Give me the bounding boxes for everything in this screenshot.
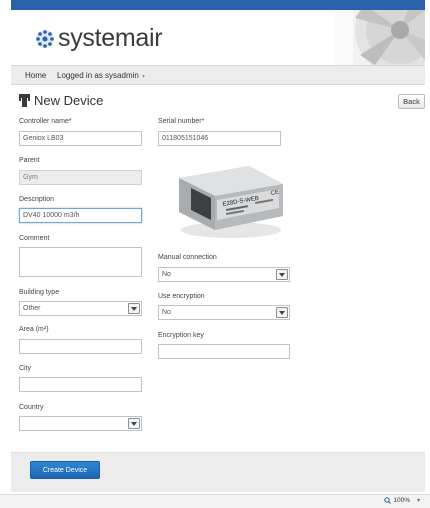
logo-text: systemair <box>58 24 163 52</box>
use-encryption-select[interactable]: No <box>158 305 290 320</box>
use-encryption-label: Use encryption <box>158 293 205 300</box>
header: systemair <box>11 10 425 65</box>
nav-home-link[interactable]: Home <box>25 71 46 80</box>
manual-connection-value: No <box>162 271 171 278</box>
parent-label: Parent <box>19 157 40 164</box>
comment-label: Comment <box>19 235 50 242</box>
chevron-down-icon: ▾ <box>416 498 420 504</box>
page-title-row: New Device <box>19 93 103 108</box>
chevron-down-icon <box>128 303 140 314</box>
manual-connection-label: Manual connection <box>158 254 217 261</box>
area-input[interactable] <box>19 339 142 354</box>
building-type-value: Other <box>23 305 41 312</box>
serial-number-input[interactable]: 011805151046 <box>158 131 281 146</box>
navigation-bar: Home Logged in as sysadmin ▾ <box>11 65 425 85</box>
controller-device-image: E28D-S-WEB CE <box>179 166 283 238</box>
description-input[interactable]: DV40 10000 m3/h <box>19 208 142 223</box>
area-label: Area (m²) <box>19 326 49 333</box>
controller-name-input[interactable]: Geniox LB03 <box>19 131 142 146</box>
zoom-level: 100% <box>393 497 410 504</box>
nav-user-label: Logged in as sysadmin <box>57 71 139 80</box>
device-icon <box>19 94 30 107</box>
zoom-control[interactable]: 100% ▾ <box>384 497 420 504</box>
systemair-logo-icon <box>36 29 54 48</box>
systemair-logo[interactable]: systemair <box>35 24 163 53</box>
page-title: New Device <box>34 93 104 108</box>
fan-artwork <box>335 10 425 65</box>
comment-textarea[interactable] <box>19 247 142 277</box>
nav-user-menu[interactable]: Logged in as sysadmin ▾ <box>57 71 145 80</box>
chevron-down-icon <box>276 307 288 318</box>
create-device-button[interactable]: Create Device <box>30 461 100 479</box>
serial-number-label: Serial number* <box>158 118 205 125</box>
chevron-down-icon: ▾ <box>141 74 145 80</box>
description-label: Description <box>19 196 55 203</box>
use-encryption-value: No <box>162 309 171 316</box>
encryption-key-label: Encryption key <box>158 332 204 339</box>
city-input[interactable] <box>19 377 142 392</box>
chevron-down-icon <box>128 418 140 429</box>
chevron-down-icon <box>276 269 288 280</box>
back-button[interactable]: Back <box>398 94 425 109</box>
country-select[interactable] <box>19 416 142 431</box>
zoom-icon <box>384 497 392 504</box>
top-accent-bar <box>11 0 425 10</box>
manual-connection-select[interactable]: No <box>158 267 290 282</box>
browser-status-bar: 100% ▾ <box>0 494 430 508</box>
encryption-key-input[interactable] <box>158 344 290 359</box>
page: systemair Home Logged in as sysadmin ▾ Ne… <box>11 0 425 492</box>
building-type-label: Building type <box>19 289 60 296</box>
city-label: City <box>19 365 32 372</box>
country-label: Country <box>19 404 44 411</box>
controller-name-label: Controller name* <box>19 118 72 125</box>
building-type-select[interactable]: Other <box>19 301 142 316</box>
parent-field: Gym <box>19 170 142 185</box>
